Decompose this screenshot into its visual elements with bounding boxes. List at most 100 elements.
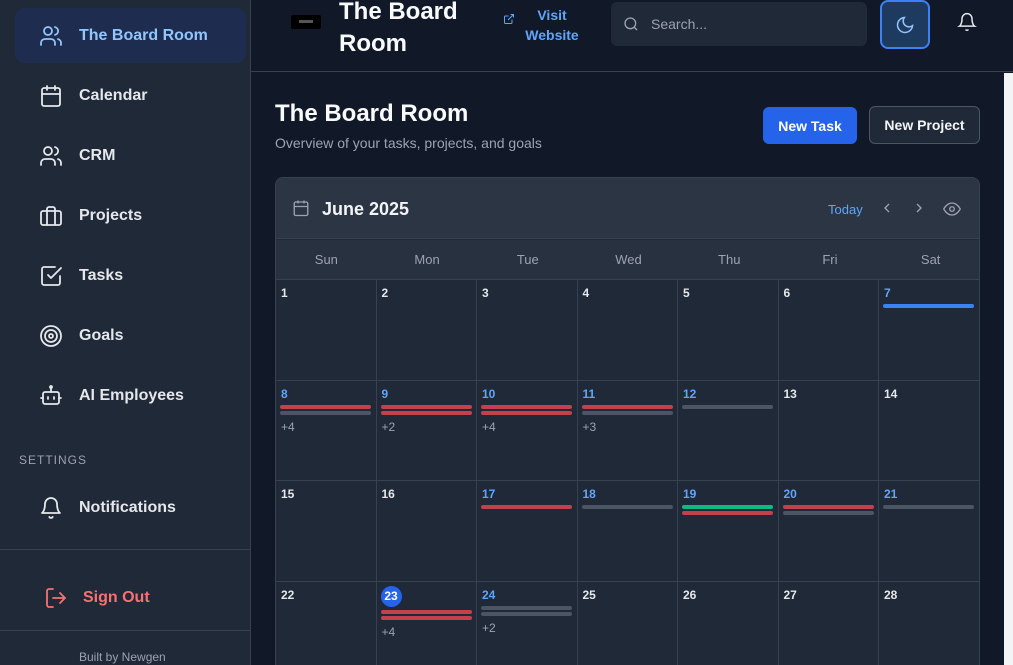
calendar-day-cell[interactable]: 4 <box>577 280 678 381</box>
bell-icon <box>39 496 63 520</box>
search-box[interactable] <box>611 2 867 46</box>
app-title: The Board Room <box>339 0 458 57</box>
scrollbar[interactable] <box>1004 73 1013 665</box>
event-bar[interactable] <box>380 404 472 409</box>
logout-icon <box>46 588 66 608</box>
sidebar-item-board-room[interactable]: The Board Room <box>15 8 246 63</box>
more-events-count[interactable]: +4 <box>382 625 396 639</box>
calendar-day-cell[interactable]: 9 +2 <box>376 380 477 481</box>
sidebar-item-crm[interactable]: CRM <box>15 128 246 183</box>
event-bar[interactable] <box>380 410 472 415</box>
sidebar-item-ai-employees[interactable]: AI Employees <box>15 368 246 423</box>
visit-website-label: Visit Website <box>525 7 579 43</box>
event-bar[interactable] <box>481 611 572 616</box>
sidebar-item-calendar[interactable]: Calendar <box>15 68 246 123</box>
event-bar[interactable] <box>682 404 773 409</box>
sidebar-item-label: The Board Room <box>79 26 208 44</box>
day-number: 18 <box>582 487 596 501</box>
event-bar[interactable] <box>481 505 572 509</box>
day-number: 7 <box>884 286 891 300</box>
calendar-day-cell[interactable]: 18 <box>577 481 678 582</box>
calendar-day-cell[interactable]: 28 <box>879 581 979 665</box>
day-number: 4 <box>582 286 590 300</box>
day-number: 23 <box>380 585 402 607</box>
calendar-day-cell[interactable]: 8 +4 <box>276 380 377 481</box>
chevron-right-icon[interactable] <box>911 200 927 216</box>
event-bar[interactable] <box>883 304 974 308</box>
sidebar-item-goals[interactable]: Goals <box>15 308 246 363</box>
day-number: 17 <box>482 487 496 501</box>
event-bar[interactable] <box>581 410 673 415</box>
event-bar[interactable] <box>380 609 472 614</box>
bot-icon <box>39 384 63 408</box>
calendar-day-cell[interactable]: 16 <box>376 481 477 582</box>
sidebar-item-tasks[interactable]: Tasks <box>15 248 246 303</box>
day-number: 22 <box>281 587 295 602</box>
event-bar[interactable] <box>581 505 673 509</box>
sidebar-divider <box>0 630 251 631</box>
calendar-day-cell[interactable]: 7 <box>879 280 979 381</box>
calendar-day-cell[interactable]: 26 <box>678 581 779 665</box>
event-bar[interactable] <box>581 404 673 409</box>
visit-website-link[interactable]: Visit Website <box>503 5 579 45</box>
calendar-day-cell[interactable]: 21 <box>879 481 979 582</box>
notifications-button[interactable] <box>957 12 981 36</box>
calendar-day-cell[interactable]: 22 <box>276 581 377 665</box>
more-events-count[interactable]: +3 <box>583 420 597 434</box>
calendar-day-cell[interactable]: 20 <box>778 481 879 582</box>
calendar-day-cell[interactable]: 27 <box>779 581 879 665</box>
more-events-count[interactable]: +2 <box>382 420 396 434</box>
event-bar[interactable] <box>883 505 974 509</box>
theme-toggle-button[interactable] <box>880 0 930 49</box>
calendar-day-cell[interactable]: 3 <box>477 280 578 381</box>
calendar-day-cell[interactable]: 14 <box>879 380 979 481</box>
calendar-day-cell[interactable]: 12 <box>678 380 779 481</box>
calendar-day-cell[interactable]: 25 <box>578 581 678 665</box>
calendar-day-cell[interactable]: 23 +4 <box>377 581 477 665</box>
day-number: 24 <box>482 587 496 602</box>
event-bar[interactable] <box>280 410 371 415</box>
event-bar[interactable] <box>380 615 472 620</box>
event-bar[interactable] <box>280 404 371 409</box>
more-events-count[interactable]: +2 <box>482 621 496 635</box>
page-title: The Board Room <box>275 100 469 127</box>
sign-out-button[interactable]: Sign Out <box>44 586 150 610</box>
new-project-button[interactable]: New Project <box>869 106 980 144</box>
event-bar[interactable] <box>682 505 773 509</box>
sidebar-item-projects[interactable]: Projects <box>15 188 246 243</box>
day-number: 1 <box>281 286 288 300</box>
today-button[interactable]: Today <box>828 202 863 217</box>
day-number: 25 <box>582 587 596 602</box>
calendar-day-cell[interactable]: 19 <box>678 481 779 582</box>
calendar-day-cell[interactable]: 15 <box>276 481 377 582</box>
eye-icon[interactable] <box>942 200 962 218</box>
calendar-day-cell[interactable]: 17 <box>477 481 578 582</box>
sidebar-item-notifications[interactable]: Notifications <box>15 480 246 535</box>
calendar-day-cell[interactable]: 10 +4 <box>477 380 578 481</box>
more-events-count[interactable]: +4 <box>281 420 295 434</box>
calendar-day-cell[interactable]: 13 <box>778 380 879 481</box>
sidebar-item-label: Tasks <box>79 266 124 284</box>
calendar-day-cell[interactable]: 5 <box>678 280 779 381</box>
calendar-day-cell[interactable]: 1 <box>276 280 377 381</box>
event-bar[interactable] <box>481 404 572 409</box>
day-number: 6 <box>783 286 791 300</box>
event-bar[interactable] <box>682 511 773 515</box>
more-events-count[interactable]: +4 <box>482 420 496 434</box>
contacts-icon <box>39 144 63 168</box>
event-bar[interactable] <box>782 505 874 509</box>
search-input[interactable] <box>651 16 851 32</box>
calendar-day-cell[interactable]: 11 +3 <box>577 380 678 481</box>
day-number: 9 <box>381 386 389 401</box>
bell-icon <box>957 12 977 32</box>
new-task-button[interactable]: New Task <box>763 107 857 144</box>
calendar-day-cell[interactable]: 2 <box>376 280 477 381</box>
calendar-day-cell[interactable]: 24 +2 <box>477 581 578 665</box>
event-bar[interactable] <box>782 511 874 515</box>
day-number: 26 <box>683 587 697 602</box>
event-bar[interactable] <box>481 605 572 610</box>
day-number: 20 <box>783 487 797 501</box>
chevron-left-icon[interactable] <box>879 200 895 216</box>
event-bar[interactable] <box>481 410 572 415</box>
calendar-day-cell[interactable]: 6 <box>778 280 879 381</box>
